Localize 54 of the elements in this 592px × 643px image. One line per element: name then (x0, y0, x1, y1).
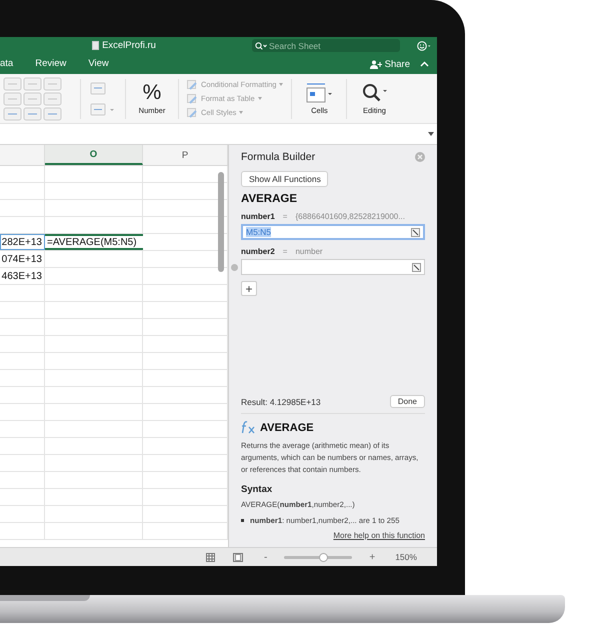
caret-icon (279, 83, 284, 86)
search-field[interactable]: Search Sheet (252, 39, 400, 52)
range-picker-icon[interactable] (412, 262, 421, 272)
zoom-slider[interactable] (284, 556, 352, 558)
caret-icon (258, 97, 262, 100)
smiley-icon[interactable] (417, 40, 431, 50)
search-icon (360, 82, 388, 104)
syntax-heading: Syntax (241, 484, 274, 495)
column-header[interactable]: O (45, 145, 143, 165)
equals-sign: = (282, 212, 288, 221)
window-title: ExcelProfi.ru (102, 40, 156, 51)
cells-icon (305, 82, 334, 104)
argument-value: {68866401609,82528219000... (295, 212, 405, 221)
page-layout-icon[interactable] (233, 552, 243, 562)
range-picker-icon[interactable] (411, 228, 420, 236)
argument-value: number (295, 247, 323, 256)
function-name: AVERAGE (241, 193, 298, 205)
share-button[interactable]: Share (384, 58, 410, 70)
bullet-icon (241, 519, 244, 522)
help-function-name: AVERAGE (260, 422, 314, 434)
slider-thumb[interactable] (318, 552, 328, 562)
scrollbar[interactable] (218, 172, 224, 272)
zoom-level: 150% (395, 552, 417, 562)
caret-icon (239, 111, 244, 114)
zoom-out-button[interactable]: - (264, 552, 268, 562)
table-cell[interactable]: 463E+13 (0, 268, 45, 284)
formula-bar[interactable] (0, 123, 437, 144)
menu-tab[interactable]: Review (35, 58, 66, 70)
help-link[interactable]: More help on this function (333, 531, 425, 540)
add-person-icon (370, 60, 382, 68)
document-icon (92, 41, 100, 50)
argument-name: number2 (241, 247, 275, 256)
done-button[interactable]: Done (390, 395, 425, 408)
table-cell[interactable]: 282E+13 (0, 234, 45, 250)
result-text: Result: 4.12985E+13 (241, 396, 321, 406)
menu-tab[interactable]: ata (0, 58, 14, 70)
zoom-in-button[interactable]: + (369, 552, 376, 562)
panel-title: Formula Builder (241, 151, 316, 163)
remove-argument-icon[interactable] (231, 264, 238, 271)
active-cell[interactable]: =AVERAGE(M5:N5) (45, 234, 143, 250)
normal-view-icon[interactable] (206, 552, 215, 562)
caret-icon (428, 132, 434, 136)
menu-tab[interactable]: View (88, 58, 109, 70)
style-icon (187, 94, 198, 104)
style-icon (187, 108, 198, 118)
collapse-caret-icon[interactable] (420, 61, 429, 67)
table-cell[interactable]: 074E+13 (0, 251, 45, 267)
add-argument-button[interactable]: + (241, 281, 257, 296)
show-all-functions-button[interactable]: Show All Functions (241, 171, 328, 187)
argument-name: number1 (241, 212, 275, 221)
style-icon (187, 80, 198, 90)
close-icon[interactable] (415, 152, 425, 162)
equals-sign: = (282, 247, 288, 256)
function-icon (241, 421, 256, 434)
